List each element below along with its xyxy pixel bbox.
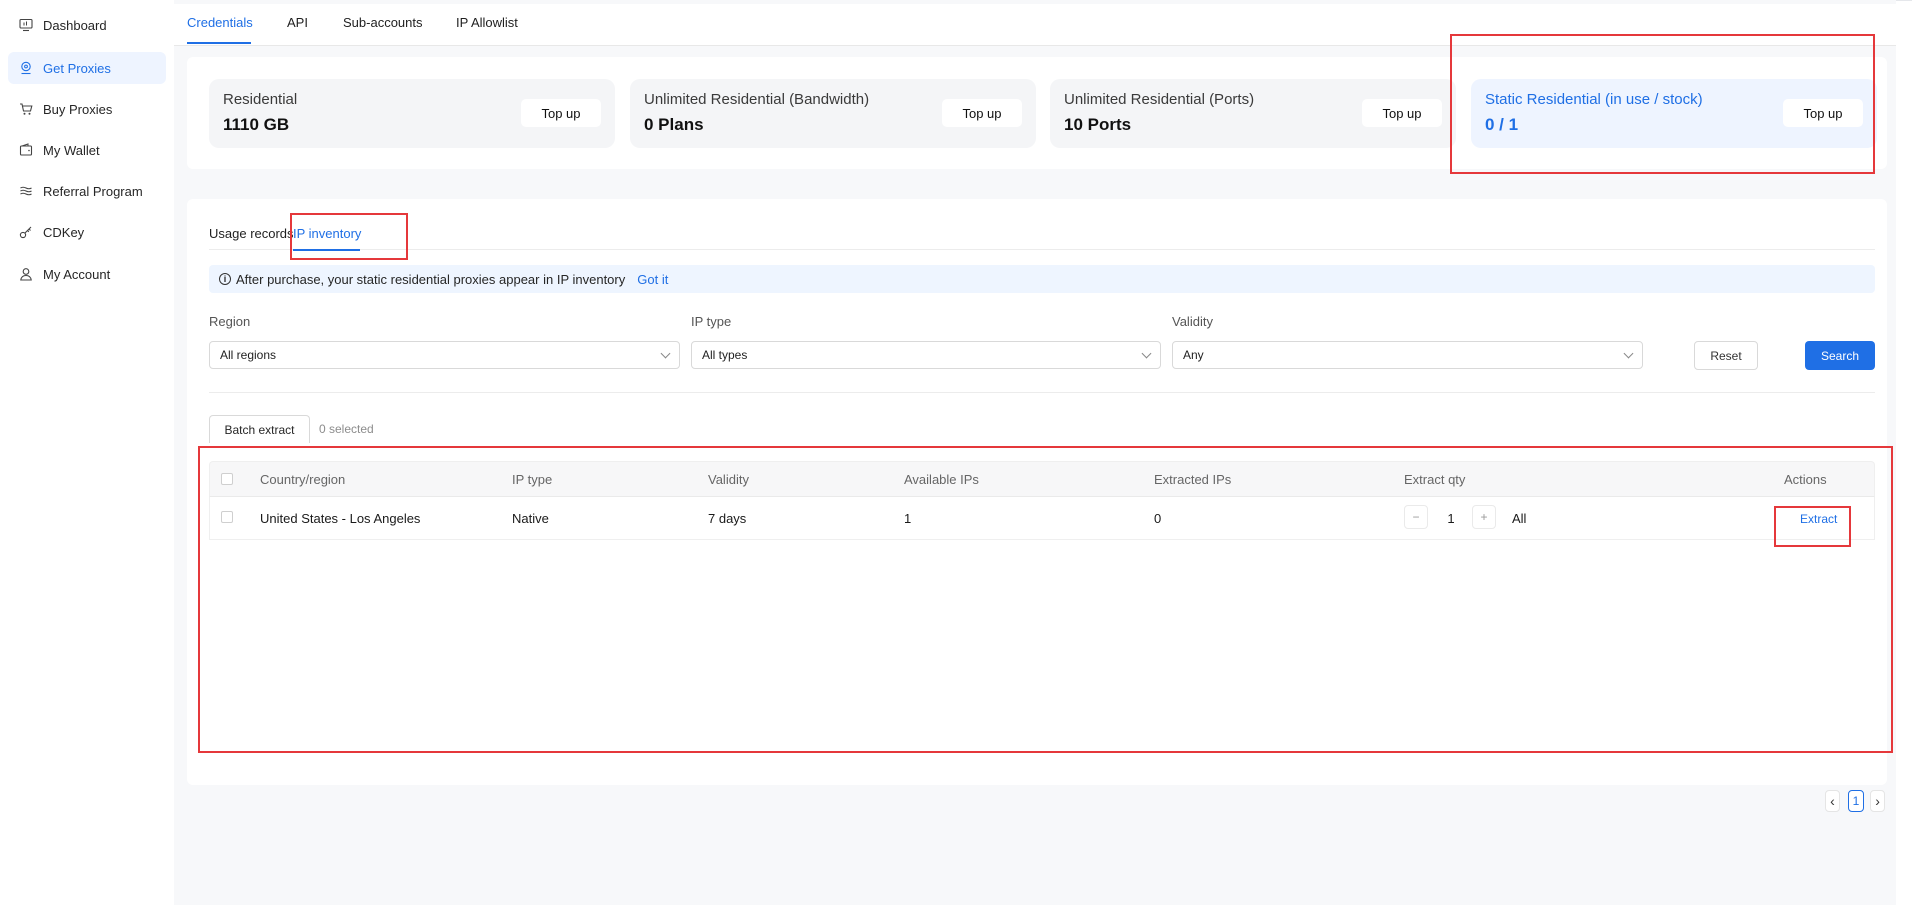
card-static-residential: Static Residential (in use / stock) 0 / … <box>1471 79 1877 148</box>
location-pin-icon <box>18 60 34 76</box>
column-header: IP type <box>512 472 553 487</box>
extract-button[interactable]: Extract <box>1800 512 1837 526</box>
tab-credentials[interactable]: Credentials <box>187 15 253 30</box>
top-up-button[interactable]: Top up <box>942 99 1022 127</box>
region-select[interactable]: All regions <box>209 341 680 369</box>
ip-type-label: IP type <box>691 314 732 329</box>
divider <box>209 392 1875 393</box>
selected-count: 0 selected <box>319 422 374 436</box>
top-up-button[interactable]: Top up <box>1362 99 1442 127</box>
column-header: Extracted IPs <box>1154 472 1232 487</box>
active-subtab-indicator <box>293 249 360 251</box>
sidebar-item-label: Get Proxies <box>43 60 111 76</box>
wallet-icon <box>18 142 34 158</box>
column-header: Actions <box>1784 472 1827 487</box>
tab-sub-accounts[interactable]: Sub-accounts <box>343 15 423 30</box>
key-icon <box>18 224 34 240</box>
column-header: Extract qty <box>1404 472 1466 487</box>
batch-extract-button[interactable]: Batch extract <box>209 415 310 443</box>
sidebar-item-dashboard[interactable]: Dashboard <box>8 9 166 41</box>
column-header: Validity <box>708 472 749 487</box>
sidebar-item-label: My Account <box>43 266 111 282</box>
region-label: Region <box>209 314 251 329</box>
extract-qty-input[interactable]: 1 <box>1441 511 1461 526</box>
main-content: Credentials API Sub-accounts IP Allowlis… <box>174 0 1896 905</box>
sidebar-item-label: Buy Proxies <box>43 101 113 117</box>
ip-type-select[interactable]: All types <box>691 341 1161 369</box>
reset-button[interactable]: Reset <box>1694 341 1758 370</box>
chevron-down-icon <box>1623 348 1634 359</box>
user-icon <box>18 266 34 282</box>
card-title: Residential <box>223 91 298 108</box>
sidebar-item-my-wallet[interactable]: My Wallet <box>8 134 166 166</box>
sidebar-item-referral-program[interactable]: Referral Program <box>8 175 166 207</box>
row-checkbox[interactable] <box>221 511 233 523</box>
card-value: 10 Ports <box>1064 115 1132 134</box>
cell-extracted-ips: 0 <box>1154 511 1162 526</box>
sidebar-item-label: CDKey <box>43 224 85 240</box>
extract-all-option[interactable]: All <box>1512 511 1526 526</box>
decrement-button[interactable]: − <box>1404 505 1428 529</box>
sidebar: Dashboard Get Proxies Buy Proxies My Wal… <box>0 0 174 905</box>
card-value: 1110 GB <box>223 115 290 134</box>
divider <box>209 249 1875 250</box>
cell-country: United States - Los Angeles <box>260 511 421 526</box>
region-select-value: All regions <box>220 348 277 362</box>
column-header: Available IPs <box>904 472 979 487</box>
card-residential: Residential 1110 GB Top up <box>209 79 615 148</box>
validity-select[interactable]: Any <box>1172 341 1643 369</box>
sidebar-item-label: Dashboard <box>43 17 107 33</box>
prev-page-button[interactable]: ‹ <box>1825 790 1840 812</box>
validity-label: Validity <box>1172 314 1213 329</box>
card-title: Static Residential (in use / stock) <box>1485 91 1703 108</box>
got-it-link[interactable]: Got it <box>637 272 668 287</box>
table-row: United States - Los Angeles Native 7 day… <box>209 497 1875 540</box>
tab-usage-records[interactable]: Usage records <box>209 226 294 241</box>
pagination: ‹ 1 › <box>1825 790 1885 812</box>
chevron-down-icon <box>1141 348 1152 359</box>
increment-button[interactable]: + <box>1472 505 1496 529</box>
tab-ip-allowlist[interactable]: IP Allowlist <box>456 15 518 30</box>
cart-icon <box>18 101 34 117</box>
card-value: 0 / 1 <box>1485 115 1519 134</box>
sidebar-item-my-account[interactable]: My Account <box>8 258 166 290</box>
validity-select-value: Any <box>1183 348 1204 362</box>
monitor-icon <box>18 17 34 33</box>
info-notice: i After purchase, your static residentia… <box>209 265 1875 293</box>
sidebar-item-cdkey[interactable]: CDKey <box>8 216 166 248</box>
tab-ip-inventory[interactable]: IP inventory <box>293 226 361 241</box>
card-unlimited-bandwidth: Unlimited Residential (Bandwidth) 0 Plan… <box>630 79 1036 148</box>
ip-type-select-value: All types <box>702 348 748 362</box>
top-up-button[interactable]: Top up <box>1783 99 1863 127</box>
card-unlimited-ports: Unlimited Residential (Ports) 10 Ports T… <box>1050 79 1456 148</box>
sidebar-item-get-proxies[interactable]: Get Proxies <box>8 52 166 84</box>
top-tabs-bar: Credentials API Sub-accounts IP Allowlis… <box>174 4 1896 46</box>
active-tab-indicator <box>187 42 251 44</box>
chevron-down-icon <box>660 348 671 359</box>
page-1-button[interactable]: 1 <box>1847 790 1865 812</box>
cell-validity: 7 days <box>708 511 747 526</box>
layers-icon <box>18 183 34 199</box>
balance-cards-panel: Residential 1110 GB Top up Unlimited Res… <box>187 57 1887 169</box>
next-page-button[interactable]: › <box>1870 790 1885 812</box>
cell-ip-type: Native <box>512 511 549 526</box>
ip-inventory-table: Country/region IP type Validity Availabl… <box>209 461 1875 540</box>
sidebar-item-label: My Wallet <box>43 142 100 158</box>
ip-inventory-panel: Usage records IP inventory i After purch… <box>187 199 1887 785</box>
card-title: Unlimited Residential (Bandwidth) <box>644 91 870 108</box>
tab-api[interactable]: API <box>287 15 308 30</box>
card-value: 0 Plans <box>644 115 704 134</box>
info-icon: i <box>219 273 231 285</box>
top-up-button[interactable]: Top up <box>521 99 601 127</box>
notice-text: After purchase, your static residential … <box>236 271 626 287</box>
table-header: Country/region IP type Validity Availabl… <box>209 461 1875 497</box>
cell-available-ips: 1 <box>904 511 912 526</box>
column-header: Country/region <box>260 472 346 487</box>
search-button[interactable]: Search <box>1805 341 1875 370</box>
card-title: Unlimited Residential (Ports) <box>1064 91 1255 108</box>
sidebar-item-buy-proxies[interactable]: Buy Proxies <box>8 93 166 125</box>
select-all-checkbox[interactable] <box>221 473 233 485</box>
sidebar-item-label: Referral Program <box>43 183 143 199</box>
